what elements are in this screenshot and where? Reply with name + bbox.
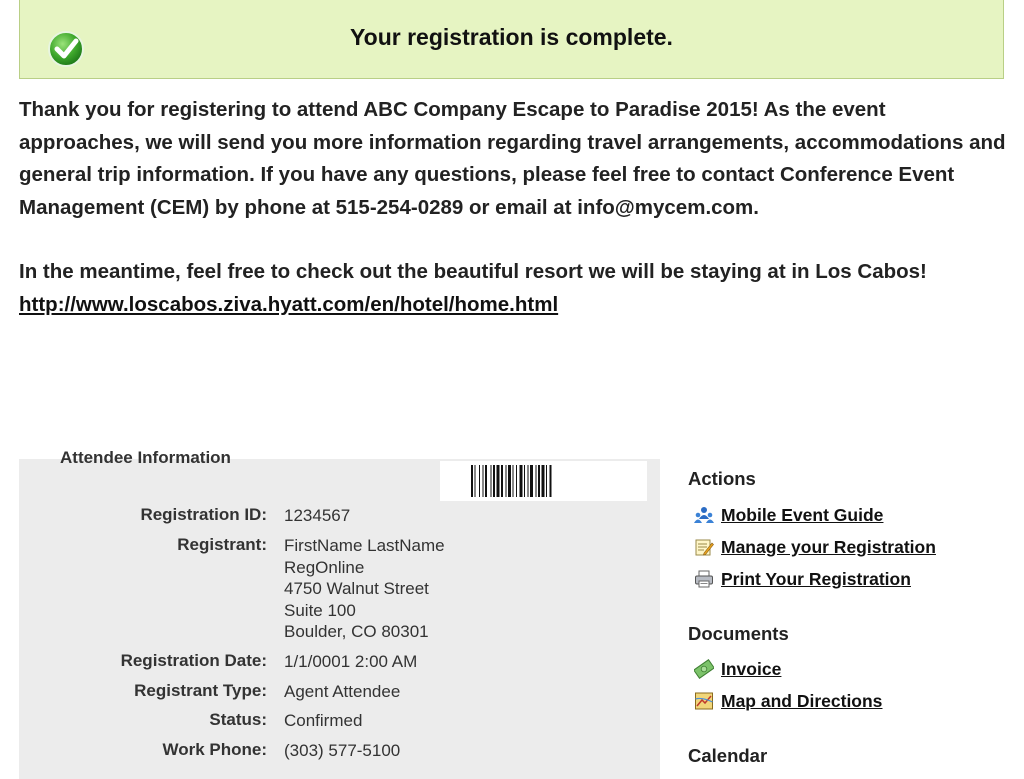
barcode-icon (471, 465, 552, 497)
registrant-type-label: Registrant Type: (134, 681, 267, 700)
message-paragraph: Thank you for registering to attend ABC … (19, 98, 1006, 219)
registrant-line: Boulder, CO 80301 (284, 622, 429, 642)
registrant-line: Suite 100 (284, 600, 356, 620)
registrant-type-value: Agent Attendee (284, 682, 401, 701)
confirmation-message: Thank you for registering to attend ABC … (19, 94, 1009, 322)
work-phone-label: Work Phone: (162, 740, 267, 759)
money-icon (694, 659, 714, 679)
registration-date-value: 1/1/0001 2:00 AM (284, 652, 418, 671)
resort-link[interactable]: http://www.loscabos.ziva.hyatt.com/en/ho… (19, 293, 558, 316)
message-paragraph: In the meantime, feel free to check out … (19, 256, 1009, 321)
registration-date-label: Registration Date: (120, 651, 267, 670)
map-directions-link[interactable]: Map and Directions (694, 691, 882, 712)
status-label: Status: (209, 710, 267, 729)
attendee-info-legend: Attendee Information (60, 448, 231, 467)
registration-id-value: 1234567 (284, 506, 351, 525)
link-label: Manage your Registration (721, 537, 936, 557)
registrant-label: Registrant: (177, 535, 267, 554)
mobile-event-guide-link[interactable]: Mobile Event Guide (694, 505, 883, 526)
barcode (440, 461, 647, 501)
link-label: Invoice (721, 659, 782, 679)
message-text: In the meantime, feel free to check out … (19, 260, 927, 284)
registrant-line: 4750 Walnut Street (284, 579, 429, 599)
calendar-heading: Calendar (688, 745, 768, 766)
print-registration-link[interactable]: Print Your Registration (694, 569, 911, 590)
registrant-value: FirstName LastName RegOnline 4750 Walnut… (284, 535, 445, 643)
manage-registration-link[interactable]: Manage your Registration (694, 537, 936, 558)
link-label: Mobile Event Guide (721, 505, 884, 525)
printer-icon (695, 570, 713, 588)
success-banner: Your registration is complete. (19, 0, 1004, 79)
actions-heading: Actions (688, 468, 756, 489)
registrant-line: RegOnline (284, 557, 365, 577)
registration-id-label: Registration ID: (140, 505, 267, 524)
registrant-line: FirstName LastName (284, 536, 445, 555)
banner-title: Your registration is complete. (350, 24, 673, 50)
documents-heading: Documents (688, 623, 789, 644)
people-icon (694, 507, 714, 523)
map-icon (695, 692, 713, 710)
edit-notepad-icon (695, 539, 714, 556)
invoice-link[interactable]: Invoice (694, 659, 781, 680)
status-value: Confirmed (284, 711, 363, 730)
work-phone-value: (303) 577-5100 (284, 741, 401, 760)
link-label: Map and Directions (721, 691, 883, 711)
link-label: Print Your Registration (721, 569, 911, 589)
